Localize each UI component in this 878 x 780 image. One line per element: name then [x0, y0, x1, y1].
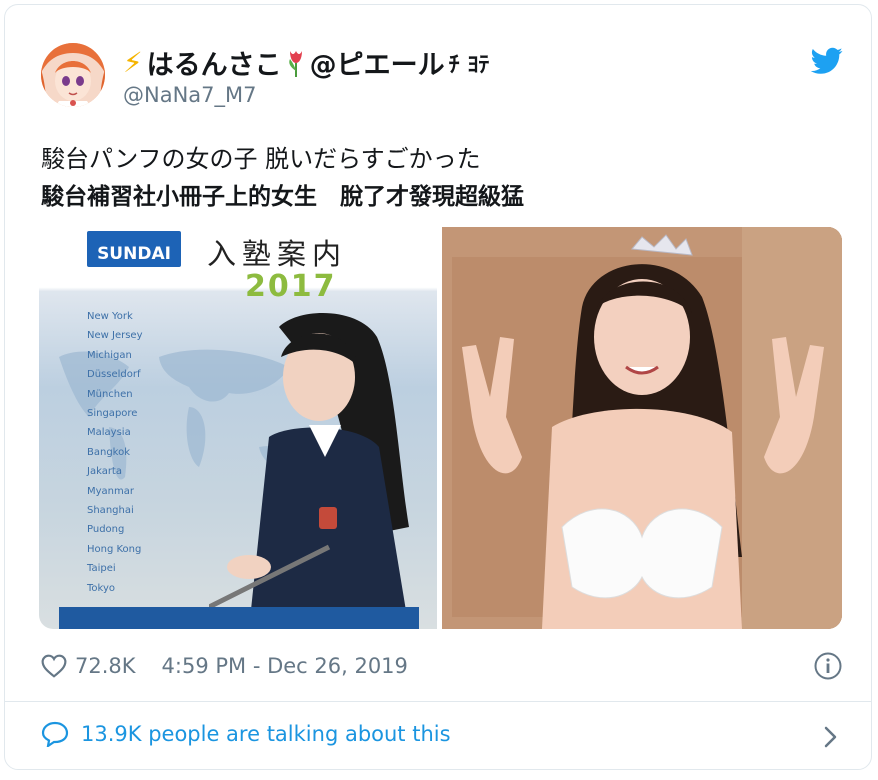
tulip-icon [286, 49, 306, 77]
city-item: Michigan [87, 349, 132, 361]
like-count[interactable]: 72.8K [75, 654, 136, 678]
sundai-logo: SUNDAI [87, 231, 181, 267]
city-item: München [87, 388, 133, 400]
city-item: Shanghai [87, 505, 134, 517]
media-photo-brochure[interactable]: SUNDAI 入塾案内 2017 New York New Jersey Mic… [39, 227, 437, 629]
lightning-icon: ⚡ [123, 46, 143, 79]
city-item: New York [87, 311, 133, 322]
city-item: New Jersey [87, 330, 143, 342]
city-item: Jakarta [87, 466, 122, 478]
city-item: Düsseldorf [87, 369, 141, 381]
avatar-illustration [41, 43, 105, 107]
city-item: Malaysia [87, 427, 131, 439]
brochure-footer-band [59, 607, 419, 629]
speech-bubble-icon [41, 721, 69, 747]
info-icon[interactable] [813, 651, 843, 681]
city-item: Hong Kong [87, 543, 142, 555]
divider [5, 701, 871, 702]
tweet-text-line-1: 駿台パンフの女の子 脱いだらすごかった [41, 145, 481, 173]
city-item: Taipei [87, 563, 116, 575]
conversation-link[interactable]: 13.9K people are talking about this [41, 721, 451, 747]
tweet-stats: 72.8K 4:59 PM - Dec 26, 2019 [41, 651, 408, 681]
display-name-suffix: @ピエール [309, 50, 445, 81]
display-name[interactable]: ⚡ はるんさこ @ピエール ﾁ ﾖﾃ [123, 43, 489, 82]
brochure-title: 入塾案内 [207, 237, 348, 271]
heart-icon[interactable] [41, 654, 67, 678]
tweet-text-line-2: 駿台補習社小冊子上的女生 脫了才發現超級猛 [41, 184, 524, 210]
city-item: Tokyo [87, 582, 115, 594]
conversation-text[interactable]: 13.9K people are talking about this [81, 722, 451, 746]
media-photo-portrait[interactable] [442, 227, 842, 629]
user-handle[interactable]: @NaNa7_M7 [123, 83, 257, 107]
chevron-right-icon[interactable] [819, 723, 841, 751]
student-figure [209, 313, 409, 629]
city-item: Myanmar [87, 485, 134, 497]
city-item: Bangkok [87, 446, 131, 458]
display-name-text: はるんさこ [146, 50, 282, 81]
city-item: Singapore [87, 408, 138, 420]
tweet-timestamp[interactable]: 4:59 PM - Dec 26, 2019 [162, 654, 408, 678]
tweet-card[interactable]: ⚡ はるんさこ @ピエール ﾁ ﾖﾃ @NaNa7_M7 駿台パンフの女の子 脱… [4, 4, 872, 770]
tweet-media[interactable]: SUNDAI 入塾案内 2017 New York New Jersey Mic… [39, 227, 842, 629]
city-list: New York New Jersey Michigan Düsseldorf … [87, 307, 142, 598]
display-name-tag: ﾁ ﾖﾃ [448, 52, 490, 78]
avatar[interactable] [41, 43, 105, 107]
portrait-illustration [442, 227, 842, 629]
brochure-year: 2017 [245, 269, 337, 304]
city-item: Pudong [87, 524, 125, 536]
twitter-bird-icon[interactable] [810, 47, 843, 75]
sundai-logo-text: SUNDAI [97, 244, 171, 264]
